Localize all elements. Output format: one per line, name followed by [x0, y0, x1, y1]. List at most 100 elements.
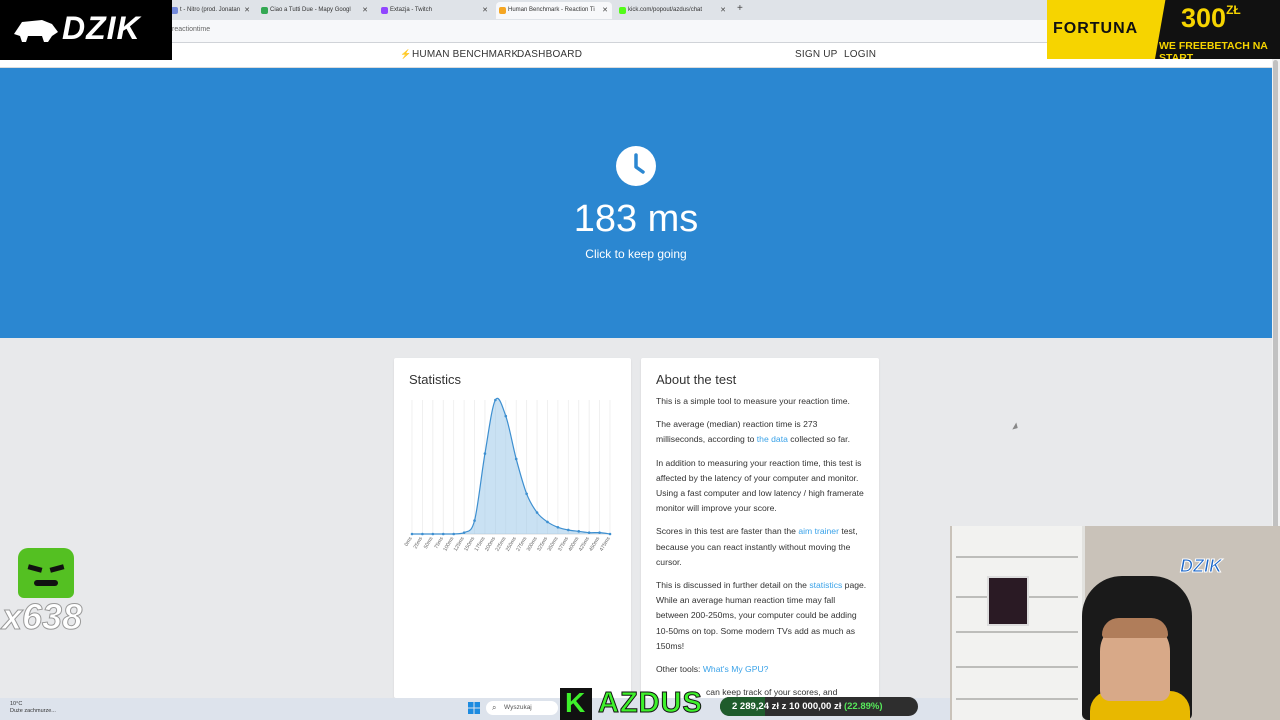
- chart-point: [483, 452, 487, 455]
- sign-up-link[interactable]: SIGN UP: [795, 49, 838, 60]
- reaction-distribution-chart: 0ms25ms50ms75ms100ms125ms150ms175ms200ms…: [404, 397, 612, 553]
- chart-area-fill: [412, 398, 610, 534]
- webcam-logo: DZIK: [1180, 556, 1223, 577]
- aim-trainer-link[interactable]: aim trainer: [798, 526, 839, 536]
- text: page. While an average human reaction ti…: [656, 580, 867, 651]
- chart-point: [452, 532, 455, 536]
- webcam-overlay: DZIK: [950, 526, 1280, 720]
- chart-point: [462, 531, 466, 534]
- chart-point: [556, 526, 560, 529]
- address-text[interactable]: reactiontime: [172, 26, 210, 33]
- boar-icon: [14, 20, 58, 42]
- chart-point: [473, 519, 476, 522]
- emote-eye: [27, 564, 43, 573]
- clock-icon: [616, 146, 656, 186]
- tab-close-icon[interactable]: ✕: [720, 2, 726, 19]
- browser-tab[interactable]: t - Nitro (prod. Jonatan ✕: [168, 2, 254, 19]
- text: Other tools:: [656, 664, 703, 675]
- tab-label: Extazja - Twitch: [390, 7, 432, 13]
- statistics-link[interactable]: statistics: [809, 580, 842, 590]
- nav-human-benchmark[interactable]: HUMAN BENCHMARK: [412, 49, 518, 60]
- tab-close-icon[interactable]: ✕: [482, 2, 488, 19]
- about-paragraph: This is discussed in further detail on t…: [656, 578, 868, 654]
- tab-favicon-icon: [261, 7, 268, 14]
- goal-current: 2 289,24 zł: [732, 701, 780, 712]
- chart-point: [431, 532, 435, 536]
- tab-close-icon[interactable]: ✕: [244, 2, 250, 19]
- taskbar-search-input[interactable]: ⌕ Wyszukaj: [486, 701, 558, 715]
- goal-percent: (22.89%): [843, 701, 883, 712]
- sponsor-currency: ZŁ: [1226, 3, 1241, 17]
- channel-logo-text: DZIK: [62, 10, 141, 46]
- chart-point: [608, 532, 612, 536]
- emote-eye: [49, 564, 65, 573]
- keep-going-prompt: Click to keep going: [585, 247, 687, 261]
- mouse-cursor-icon: [1012, 422, 1020, 432]
- webcam-hair: [1102, 618, 1168, 638]
- about-paragraph: Scores in this test are faster than the …: [656, 524, 868, 570]
- about-title: About the test: [656, 372, 737, 387]
- chart-point: [598, 531, 601, 534]
- sponsor-amount: 300ZŁ: [1181, 3, 1241, 34]
- new-tab-button[interactable]: +: [737, 3, 743, 14]
- sponsor-banner: FORTUNA 300ZŁ WE FREEBETACH NA START: [1047, 0, 1280, 59]
- webcam-shelf: [952, 526, 1085, 720]
- chart-point: [587, 531, 591, 534]
- chart-point: [410, 532, 414, 536]
- weather-temp: 10°C: [10, 701, 23, 707]
- goal-separator: z: [781, 701, 787, 712]
- browser-tab[interactable]: kick.com/popout/azdus/chat ✕: [616, 2, 730, 19]
- lightning-icon: ⚡: [400, 49, 412, 59]
- statistics-title: Statistics: [409, 372, 462, 387]
- sub-name: AZDUS: [598, 687, 703, 720]
- donation-goal-bar: 2 289,24 zł z 10 000,00 zł (22.89%): [720, 697, 918, 716]
- tab-label: Ciao a Tutti Due - Mapy Googl: [270, 7, 351, 13]
- kick-icon: K: [560, 687, 592, 720]
- windows-logo-icon[interactable]: [468, 702, 480, 714]
- search-placeholder: Wyszukaj: [504, 704, 532, 711]
- tab-close-icon[interactable]: ✕: [602, 2, 608, 19]
- webcam-fridge: [987, 576, 1029, 626]
- text: Scores in this test are faster than the: [656, 526, 799, 537]
- search-icon: ⌕: [492, 703, 497, 712]
- chart-point: [494, 398, 497, 402]
- login-link[interactable]: LOGIN: [844, 49, 876, 60]
- tab-close-icon[interactable]: ✕: [362, 2, 368, 19]
- chart-point: [504, 414, 508, 418]
- reaction-test-area[interactable]: 183 ms Click to keep going: [0, 68, 1272, 338]
- about-paragraph: In addition to measuring your reaction t…: [656, 457, 864, 514]
- emote-combo-count: x638: [1, 596, 83, 638]
- tab-favicon-icon: [171, 7, 178, 14]
- chart-tick-label: 475ms: [599, 536, 612, 553]
- about-card: About the test This is a simple tool to …: [641, 358, 879, 698]
- donation-goal-text: 2 289,24 zł z 10 000,00 zł (22.89%): [732, 697, 883, 716]
- browser-tab[interactable]: Ciao a Tutti Due - Mapy Googl ✕: [258, 2, 372, 19]
- sponsor-amount-number: 300: [1181, 3, 1227, 33]
- shelf-row: [956, 631, 1078, 633]
- tab-favicon-icon: [619, 7, 626, 14]
- chart-point: [567, 528, 570, 532]
- chart-point: [514, 457, 518, 461]
- sponsor-tagline: WE FREEBETACH NA START: [1159, 40, 1268, 59]
- chart-point: [421, 532, 424, 536]
- weather-widget[interactable]: 10°C Duże zachmurze...: [10, 701, 56, 715]
- about-text: This is a simple tool to measure your re…: [656, 394, 868, 698]
- about-paragraph: The average (median) reaction time is 27…: [656, 417, 868, 447]
- emote-mouth: [34, 580, 58, 586]
- nav-dashboard[interactable]: DASHBOARD: [517, 49, 582, 60]
- browser-tab[interactable]: Extazja - Twitch ✕: [378, 2, 492, 19]
- watermark-text: na KBRIT: [785, 674, 829, 685]
- chart-point: [441, 532, 445, 536]
- chart-point: [546, 520, 549, 524]
- whats-my-gpu-link[interactable]: What's My GPU?: [703, 664, 769, 674]
- shelf-row: [956, 666, 1078, 668]
- sponsor-brand: FORTUNA: [1053, 20, 1139, 37]
- chart-point: [525, 492, 528, 496]
- kick-icon-letter: K: [565, 687, 586, 718]
- text: collected so far.: [787, 434, 850, 445]
- statistics-card: Statistics 0ms 25ms 50ms 75ms 100ms 125ms 150m…: [394, 358, 631, 698]
- shelf-row: [956, 698, 1078, 700]
- the-data-link[interactable]: the data: [757, 434, 788, 444]
- goal-target: 10 000,00 zł: [789, 701, 842, 712]
- browser-tab-active[interactable]: Human Benchmark - Reaction Ti ✕: [496, 2, 612, 19]
